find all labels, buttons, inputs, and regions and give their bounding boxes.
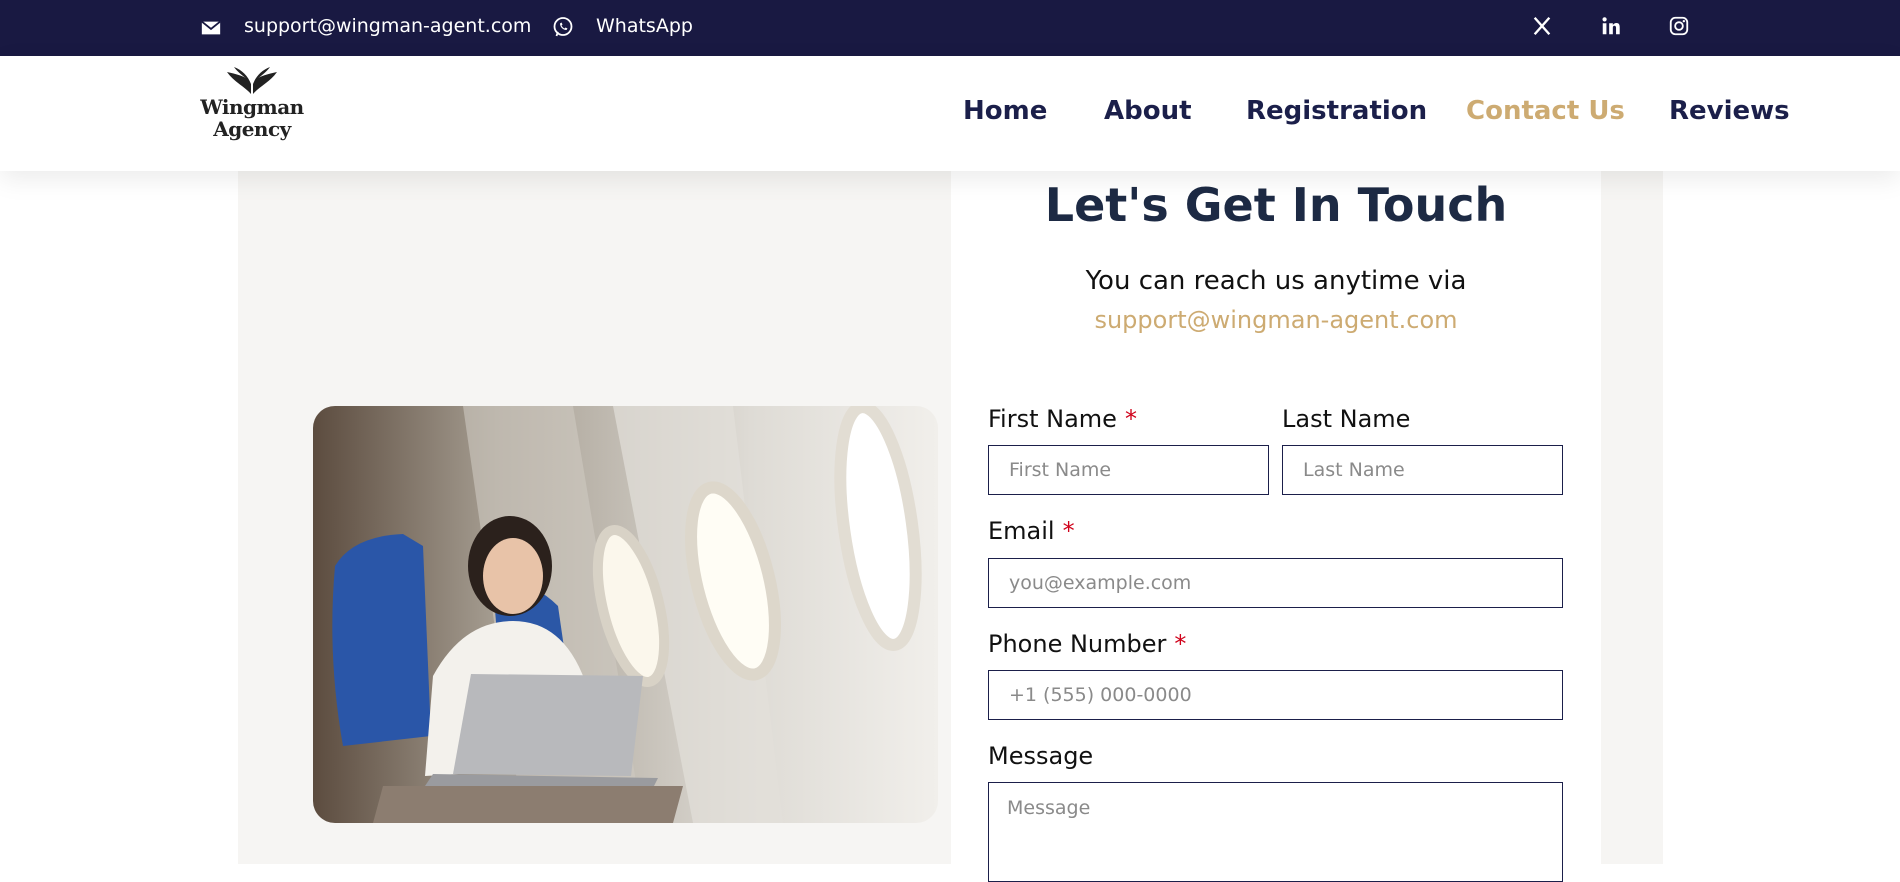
top-email-link[interactable]: support@wingman-agent.com: [244, 0, 531, 52]
wings-icon: [227, 67, 277, 94]
message-textarea[interactable]: [988, 782, 1563, 882]
first-name-label: First Name *: [988, 405, 1137, 433]
required-mark: *: [1174, 630, 1187, 658]
linkedin-icon[interactable]: [1599, 14, 1623, 38]
contact-subtitle: You can reach us anytime via: [1085, 266, 1467, 296]
nav-contact-us[interactable]: Contact Us: [1466, 96, 1625, 126]
email-label: Email *: [988, 517, 1075, 545]
message-label: Message: [988, 742, 1094, 770]
required-mark: *: [1062, 517, 1075, 545]
envelope-icon: [201, 20, 221, 35]
contact-email-link[interactable]: support@wingman-agent.com: [951, 306, 1601, 334]
instagram-icon[interactable]: [1667, 14, 1691, 38]
email-label-text: Email: [988, 517, 1055, 545]
phone-label-text: Phone Number: [988, 630, 1167, 658]
required-mark: *: [1124, 405, 1137, 433]
logo[interactable]: Wingman Agency: [200, 66, 304, 162]
contact-photo: [313, 406, 938, 823]
main-header: Wingman Agency Home About Registration C…: [0, 56, 1900, 171]
top-bar: support@wingman-agent.com WhatsApp: [0, 0, 1900, 56]
nav-home[interactable]: Home: [963, 96, 1047, 126]
contact-title: Let's Get In Touch: [1044, 178, 1508, 232]
nav-reviews[interactable]: Reviews: [1669, 96, 1790, 126]
phone-label: Phone Number *: [988, 630, 1186, 658]
x-icon[interactable]: [1530, 14, 1554, 38]
logo-text-line2: Agency: [213, 117, 291, 141]
nav-about[interactable]: About: [1104, 96, 1192, 126]
first-name-input[interactable]: [988, 445, 1269, 495]
nav-registration[interactable]: Registration: [1246, 96, 1427, 126]
last-name-label: Last Name: [1282, 405, 1411, 433]
whatsapp-link[interactable]: WhatsApp: [596, 0, 693, 52]
phone-input[interactable]: [988, 670, 1563, 720]
logo-text-line1: Wingman: [200, 95, 304, 119]
email-input[interactable]: [988, 558, 1563, 608]
last-name-input[interactable]: [1282, 445, 1563, 495]
first-name-label-text: First Name: [988, 405, 1117, 433]
whatsapp-icon: [553, 17, 573, 37]
